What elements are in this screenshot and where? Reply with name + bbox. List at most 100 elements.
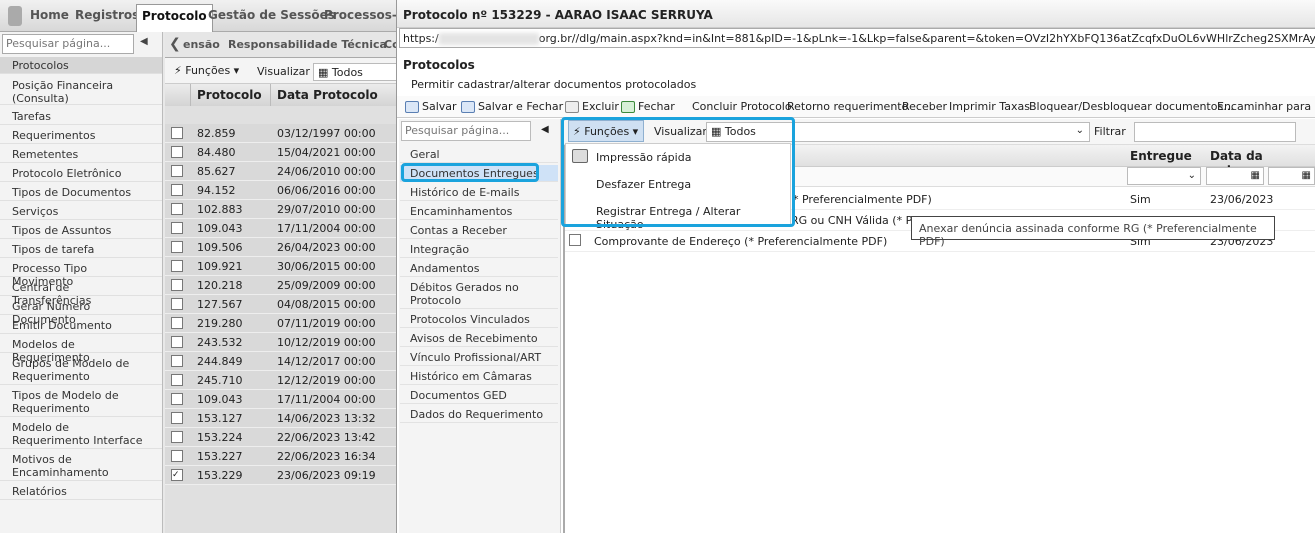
sidebar-item[interactable]: Tipos de Assuntos [0,222,162,239]
row-checkbox[interactable] [171,260,183,272]
dialog-nav-item[interactable]: Encaminhamentos [400,203,558,220]
dialog-nav-item[interactable]: Vínculo Profissional/ART [400,349,558,366]
select-all-header[interactable] [165,84,191,106]
dialog-nav-item[interactable]: Andamentos [400,260,558,277]
sidebar-item[interactable]: Remetentes [0,146,162,163]
date-filter-input[interactable]: ▦ [1206,167,1264,185]
sidebar-item[interactable]: Modelo de Requerimento Interface [0,419,162,449]
row-checkbox[interactable] [171,279,183,291]
entregue-filter-select[interactable]: ⌄ [1127,167,1201,185]
table-row[interactable]: 153.127 14/06/2023 13:32 [165,409,397,428]
table-row[interactable]: 244.849 14/12/2017 00:00 [165,352,397,371]
dialog-nav-item[interactable]: Integração [400,241,558,258]
tab-gestao-sessoes[interactable]: Gestão de Sessões [208,8,335,22]
row-checkbox[interactable] [171,222,183,234]
sidebar-item[interactable]: Modelos de Requerimento [0,336,162,364]
nav-back-icon[interactable] [8,6,22,26]
sidebar-item[interactable]: Tipos de Modelo de Requerimento [0,387,162,417]
calendar-icon[interactable]: ▦ [1302,170,1311,181]
row-checkbox[interactable] [171,412,183,424]
print-fees-button[interactable]: Imprimir Taxas [949,100,1030,113]
table-row[interactable]: 245.710 12/12/2019 00:00 [165,371,397,390]
table-row[interactable]: 219.280 07/11/2019 00:00 [165,314,397,333]
dialog-nav-item[interactable]: Histórico em Câmaras [400,368,558,385]
table-row[interactable]: 82.859 03/12/1997 00:00 [165,124,397,143]
dialog-nav-item[interactable]: Documentos GED [400,387,558,404]
sidebar-item[interactable]: Central de Transferências [0,279,162,307]
sidebar-item[interactable]: Protocolo Eletrônico [0,165,162,182]
forward-button[interactable]: Encaminhar para ge [1217,100,1315,113]
save-button[interactable]: Salvar [405,100,457,113]
table-row[interactable]: 243.532 10/12/2019 00:00 [165,333,397,352]
sidebar-item[interactable]: Motivos de Encaminhamento [0,451,162,481]
collapse-icon[interactable]: ◀ [541,124,549,135]
tab-protocolo[interactable]: Protocolo [136,4,213,32]
row-checkbox[interactable] [171,146,183,158]
subnav-item[interactable]: ensão [183,38,220,51]
sidebar-item[interactable]: Grupos de Modelo de Requerimento [0,355,162,385]
row-checkbox[interactable] [171,374,183,386]
col-entregue[interactable]: Entregue [1130,149,1192,163]
col-protocolo[interactable]: Protocolo [191,84,271,106]
close-button[interactable]: Fechar [621,100,675,113]
block-documents-button[interactable]: Bloquear/Desbloquear documentos... [1029,100,1234,113]
dialog-nav-item[interactable]: Protocolos Vinculados [400,311,558,328]
conclude-protocol-button[interactable]: Concluir Protocolo [692,100,792,113]
delete-button[interactable]: Excluir [565,100,619,113]
row-checkbox[interactable] [171,165,183,177]
row-checkbox[interactable] [171,431,183,443]
sidebar-item[interactable]: Relatórios [0,483,162,500]
row-checkbox[interactable] [171,336,183,348]
dialog-nav-item[interactable]: Geral [400,146,558,163]
row-checkbox[interactable] [171,355,183,367]
dialog-nav-item[interactable]: Débitos Gerados no Protocolo [400,279,558,309]
sidebar-item[interactable]: Tipos de tarefa [0,241,162,258]
row-checkbox[interactable] [171,298,183,310]
collapse-icon[interactable]: ◀ [140,36,148,47]
subnav-item-resp-tecnica[interactable]: Responsabilidade Técnica [228,38,387,51]
dialog-nav-item[interactable]: Contas a Receber [400,222,558,239]
sidebar-item[interactable]: Serviços [0,203,162,220]
dialog-nav-search-input[interactable]: Pesquisar página... [401,121,531,141]
row-checkbox[interactable] [171,184,183,196]
table-row[interactable]: 109.043 17/11/2004 00:00 [165,219,397,238]
tab-home[interactable]: Home [30,8,69,22]
table-row[interactable]: 109.506 26/04/2023 00:00 [165,238,397,257]
table-row[interactable]: 84.480 15/04/2021 00:00 [165,143,397,162]
col-data-protocolo[interactable]: Data Protocolo [271,84,397,106]
calendar-icon[interactable]: ▦ [1251,170,1260,181]
sidebar-item[interactable]: Requerimentos [0,127,162,144]
table-row[interactable]: 153.224 22/06/2023 13:42 [165,428,397,447]
sidebar-item[interactable]: Tipos de Documentos [0,184,162,201]
row-checkbox[interactable] [171,203,183,215]
row-checkbox[interactable] [171,127,183,139]
row-checkbox[interactable] [569,234,581,246]
dialog-url-bar[interactable]: https:/org.br//dlg/main.aspx?knd=in&Int=… [399,28,1315,48]
return-request-button[interactable]: Retorno requerimento [787,100,908,113]
tab-registros[interactable]: Registros [75,8,139,22]
receive-button[interactable]: Receber [902,100,947,113]
table-row[interactable]: 102.883 29/07/2010 00:00 [165,200,397,219]
chevron-left-icon[interactable]: ❮ [169,36,181,52]
table-row[interactable]: 127.567 04/08/2015 00:00 [165,295,397,314]
row-checkbox[interactable] [171,450,183,462]
sidebar-item[interactable]: Protocolos [0,57,162,74]
save-close-button[interactable]: Salvar e Fechar [461,100,563,113]
row-checkbox[interactable] [171,317,183,329]
view-select[interactable]: ▦ Todos [313,63,397,81]
table-row[interactable]: 109.921 30/06/2015 00:00 [165,257,397,276]
dialog-nav-item[interactable]: Avisos de Recebimento [400,330,558,347]
dialog-nav-item[interactable]: Dados do Requerimento [400,406,558,423]
table-row[interactable]: 85.627 24/06/2010 00:00 [165,162,397,181]
filter-input[interactable] [1134,122,1296,142]
row-checkbox[interactable] [171,393,183,405]
sidebar-item[interactable]: Gerar Número Documento [0,298,162,326]
dialog-nav-item[interactable]: Histórico de E-mails [400,184,558,201]
table-row[interactable]: 94.152 06/06/2016 00:00 [165,181,397,200]
table-row[interactable]: 109.043 17/11/2004 00:00 [165,390,397,409]
row-checkbox[interactable]: ✓ [171,469,183,481]
sidebar-item[interactable]: Posição Financeira (Consulta) [0,77,162,105]
functions-button[interactable]: ⚡ Funções ▾ [174,64,239,77]
sidebar-item[interactable]: Processo Tipo Movimento [0,260,162,288]
row-checkbox[interactable] [171,241,183,253]
